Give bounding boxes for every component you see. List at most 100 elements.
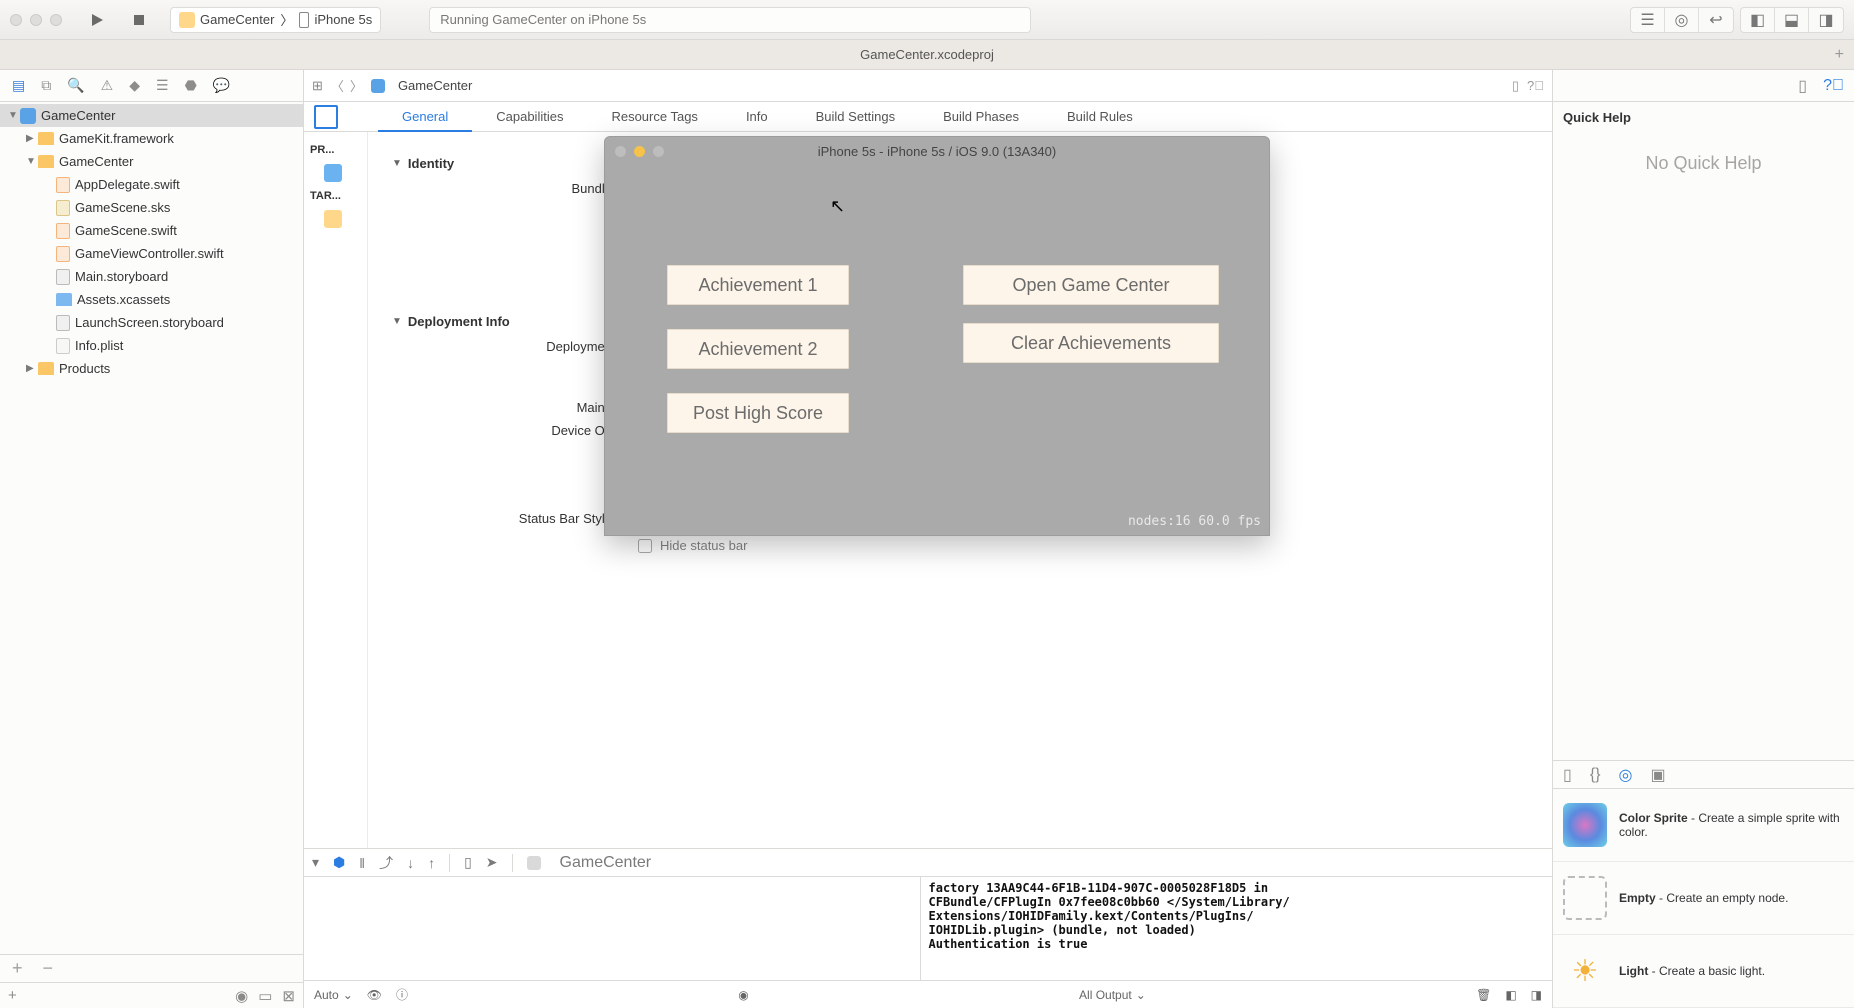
disclosure-triangle-icon[interactable]: ▶ <box>26 133 38 144</box>
document-icon[interactable]: ▯ <box>1512 78 1519 94</box>
breakpoint-navigator-icon[interactable]: ⬣ <box>185 77 197 94</box>
filter-icon[interactable]: ⊠ <box>282 987 295 1005</box>
zoom-dot[interactable] <box>50 14 62 26</box>
step-over-icon[interactable]: ⤴ <box>379 853 393 873</box>
hide-debug-icon[interactable]: ▾ <box>312 854 319 871</box>
jump-bar[interactable]: ⊞ 〈 〉 GameCenter ▯ ?⃝ <box>304 70 1552 102</box>
location-icon[interactable]: ➤ <box>486 854 498 871</box>
quicklook-icon[interactable]: 👁 <box>367 988 382 1002</box>
object-library[interactable]: Color Sprite - Create a simple sprite wi… <box>1553 788 1854 1008</box>
tab-build-phases[interactable]: Build Phases <box>919 103 1043 130</box>
run-button[interactable] <box>80 9 114 31</box>
close-dot[interactable] <box>10 14 22 26</box>
variables-filter-select[interactable]: Auto⌄ <box>314 988 353 1002</box>
object-library-icon[interactable]: ◎ <box>1619 765 1633 785</box>
tree-item-file[interactable]: GameViewController.swift <box>0 242 303 265</box>
clear-achievements-button[interactable]: Clear Achievements <box>963 323 1219 363</box>
add-button[interactable]: + <box>12 958 23 979</box>
open-game-center-button[interactable]: Open Game Center <box>963 265 1219 305</box>
project-list-item[interactable] <box>304 160 367 186</box>
symbol-navigator-icon[interactable]: ⧉ <box>41 77 51 94</box>
related-items-icon[interactable]: ⊞ <box>312 78 323 94</box>
remove-button[interactable]: − <box>43 958 54 979</box>
minimize-dot[interactable] <box>30 14 42 26</box>
help-icon[interactable]: ?⃝ <box>1527 78 1544 93</box>
project-tab-title[interactable]: GameCenter.xcodeproj <box>860 47 994 62</box>
bottom-panel-toggle-icon[interactable]: ⬓ <box>1775 8 1809 32</box>
tab-capabilities[interactable]: Capabilities <box>472 103 587 130</box>
right-panel-toggle-icon[interactable]: ◨ <box>1809 8 1843 32</box>
project-target-list[interactable]: PR... TAR... <box>304 132 368 848</box>
post-high-score-button[interactable]: Post High Score <box>667 393 849 433</box>
file-inspector-icon[interactable]: ▯ <box>1798 76 1807 96</box>
disclosure-triangle-icon[interactable]: ▶ <box>26 363 38 374</box>
tree-item-file[interactable]: LaunchScreen.storyboard <box>0 311 303 334</box>
print-description-icon[interactable]: ⓘ <box>396 986 408 1003</box>
back-button[interactable]: 〈 <box>331 76 344 95</box>
target-list-item[interactable] <box>304 206 367 232</box>
assistant-editor-icon[interactable]: ◎ <box>1665 8 1699 32</box>
quick-help-inspector-icon[interactable]: ?⃝ <box>1823 77 1844 95</box>
tree-item-file[interactable]: Main.storyboard <box>0 265 303 288</box>
issue-navigator-icon[interactable]: ⚠ <box>101 77 114 94</box>
library-item-color-sprite[interactable]: Color Sprite - Create a simple sprite wi… <box>1553 789 1854 862</box>
project-root[interactable]: ▼ GameCenter <box>0 104 303 127</box>
simulator-titlebar[interactable]: iPhone 5s - iPhone 5s / iOS 9.0 (13A340) <box>605 137 1269 165</box>
tree-item-group[interactable]: ▼ GameCenter <box>0 150 303 173</box>
checkbox-icon[interactable] <box>638 539 652 553</box>
left-pane-toggle-icon[interactable]: ◧ <box>1505 988 1516 1002</box>
code-snippet-library-icon[interactable]: {} <box>1590 766 1601 784</box>
project-navigator-icon[interactable]: ▤ <box>12 77 25 94</box>
project-tree[interactable]: ▼ GameCenter ▶ GameKit.framework ▼ GameC… <box>0 102 303 954</box>
variables-view[interactable] <box>304 877 921 980</box>
filter-recent-icon[interactable]: ◉ <box>235 987 248 1005</box>
library-item-light[interactable]: ☀ Light - Create a basic light. <box>1553 935 1854 1008</box>
disclosure-triangle-icon[interactable]: ▼ <box>8 110 20 121</box>
achievement-1-button[interactable]: Achievement 1 <box>667 265 849 305</box>
trash-icon[interactable]: 🗑 <box>1476 988 1491 1002</box>
tree-item-file[interactable]: Assets.xcassets <box>0 288 303 311</box>
debug-navigator-icon[interactable]: ☰ <box>156 77 169 94</box>
hide-status-bar-checkbox[interactable]: Hide status bar <box>638 538 1528 553</box>
scheme-selector[interactable]: GameCenter 〉 iPhone 5s <box>170 7 381 33</box>
tab-build-settings[interactable]: Build Settings <box>792 103 920 130</box>
right-pane-toggle-icon[interactable]: ◨ <box>1531 988 1542 1002</box>
console-output[interactable]: factory 13AA9C44-6F1B-11D4-907C-0005028F… <box>921 877 1553 980</box>
achievement-2-button[interactable]: Achievement 2 <box>667 329 849 369</box>
tab-general[interactable]: General <box>378 103 472 132</box>
step-into-icon[interactable]: ↓ <box>407 855 414 871</box>
add-files-button[interactable]: + <box>8 987 17 1004</box>
find-navigator-icon[interactable]: 🔍 <box>67 77 84 94</box>
pause-icon[interactable]: ‖ <box>359 855 365 871</box>
tab-resource-tags[interactable]: Resource Tags <box>587 103 721 130</box>
version-editor-icon[interactable]: ↩ <box>1699 8 1733 32</box>
project-target-toggle-icon[interactable] <box>314 105 338 129</box>
tab-info[interactable]: Info <box>722 103 792 130</box>
console-filter-select[interactable]: All Output⌄ <box>1079 988 1146 1002</box>
disclosure-triangle-icon[interactable]: ▼ <box>26 156 38 167</box>
filter-icon[interactable]: ◉ <box>738 988 748 1002</box>
step-out-icon[interactable]: ↑ <box>428 855 435 871</box>
tree-item-framework[interactable]: ▶ GameKit.framework <box>0 127 303 150</box>
filter-scm-icon[interactable]: ▭ <box>258 987 272 1005</box>
tree-item-file[interactable]: AppDelegate.swift <box>0 173 303 196</box>
add-tab-button[interactable]: + <box>1835 46 1844 64</box>
debug-view-icon[interactable]: ▯ <box>464 854 472 871</box>
breakpoints-toggle-icon[interactable]: ⬢ <box>333 854 345 871</box>
report-navigator-icon[interactable]: 💬 <box>213 77 230 94</box>
test-navigator-icon[interactable]: ◆ <box>129 77 140 94</box>
left-panel-toggle-icon[interactable]: ◧ <box>1741 8 1775 32</box>
simulator-screen[interactable]: Achievement 1 Achievement 2 Post High Sc… <box>605 165 1269 535</box>
ios-simulator-window[interactable]: iPhone 5s - iPhone 5s / iOS 9.0 (13A340)… <box>604 136 1270 536</box>
tree-item-file[interactable]: Info.plist <box>0 334 303 357</box>
file-template-library-icon[interactable]: ▯ <box>1563 765 1572 785</box>
jump-bar-crumb[interactable]: GameCenter <box>398 78 472 93</box>
library-item-empty[interactable]: Empty - Create an empty node. <box>1553 862 1854 935</box>
debug-process-name[interactable]: GameCenter <box>560 854 652 872</box>
standard-editor-icon[interactable]: ☰ <box>1631 8 1665 32</box>
forward-button[interactable]: 〉 <box>350 76 363 95</box>
stop-button[interactable] <box>122 9 156 31</box>
tree-item-file[interactable]: GameScene.swift <box>0 219 303 242</box>
tab-build-rules[interactable]: Build Rules <box>1043 103 1157 130</box>
tree-item-file[interactable]: GameScene.sks <box>0 196 303 219</box>
